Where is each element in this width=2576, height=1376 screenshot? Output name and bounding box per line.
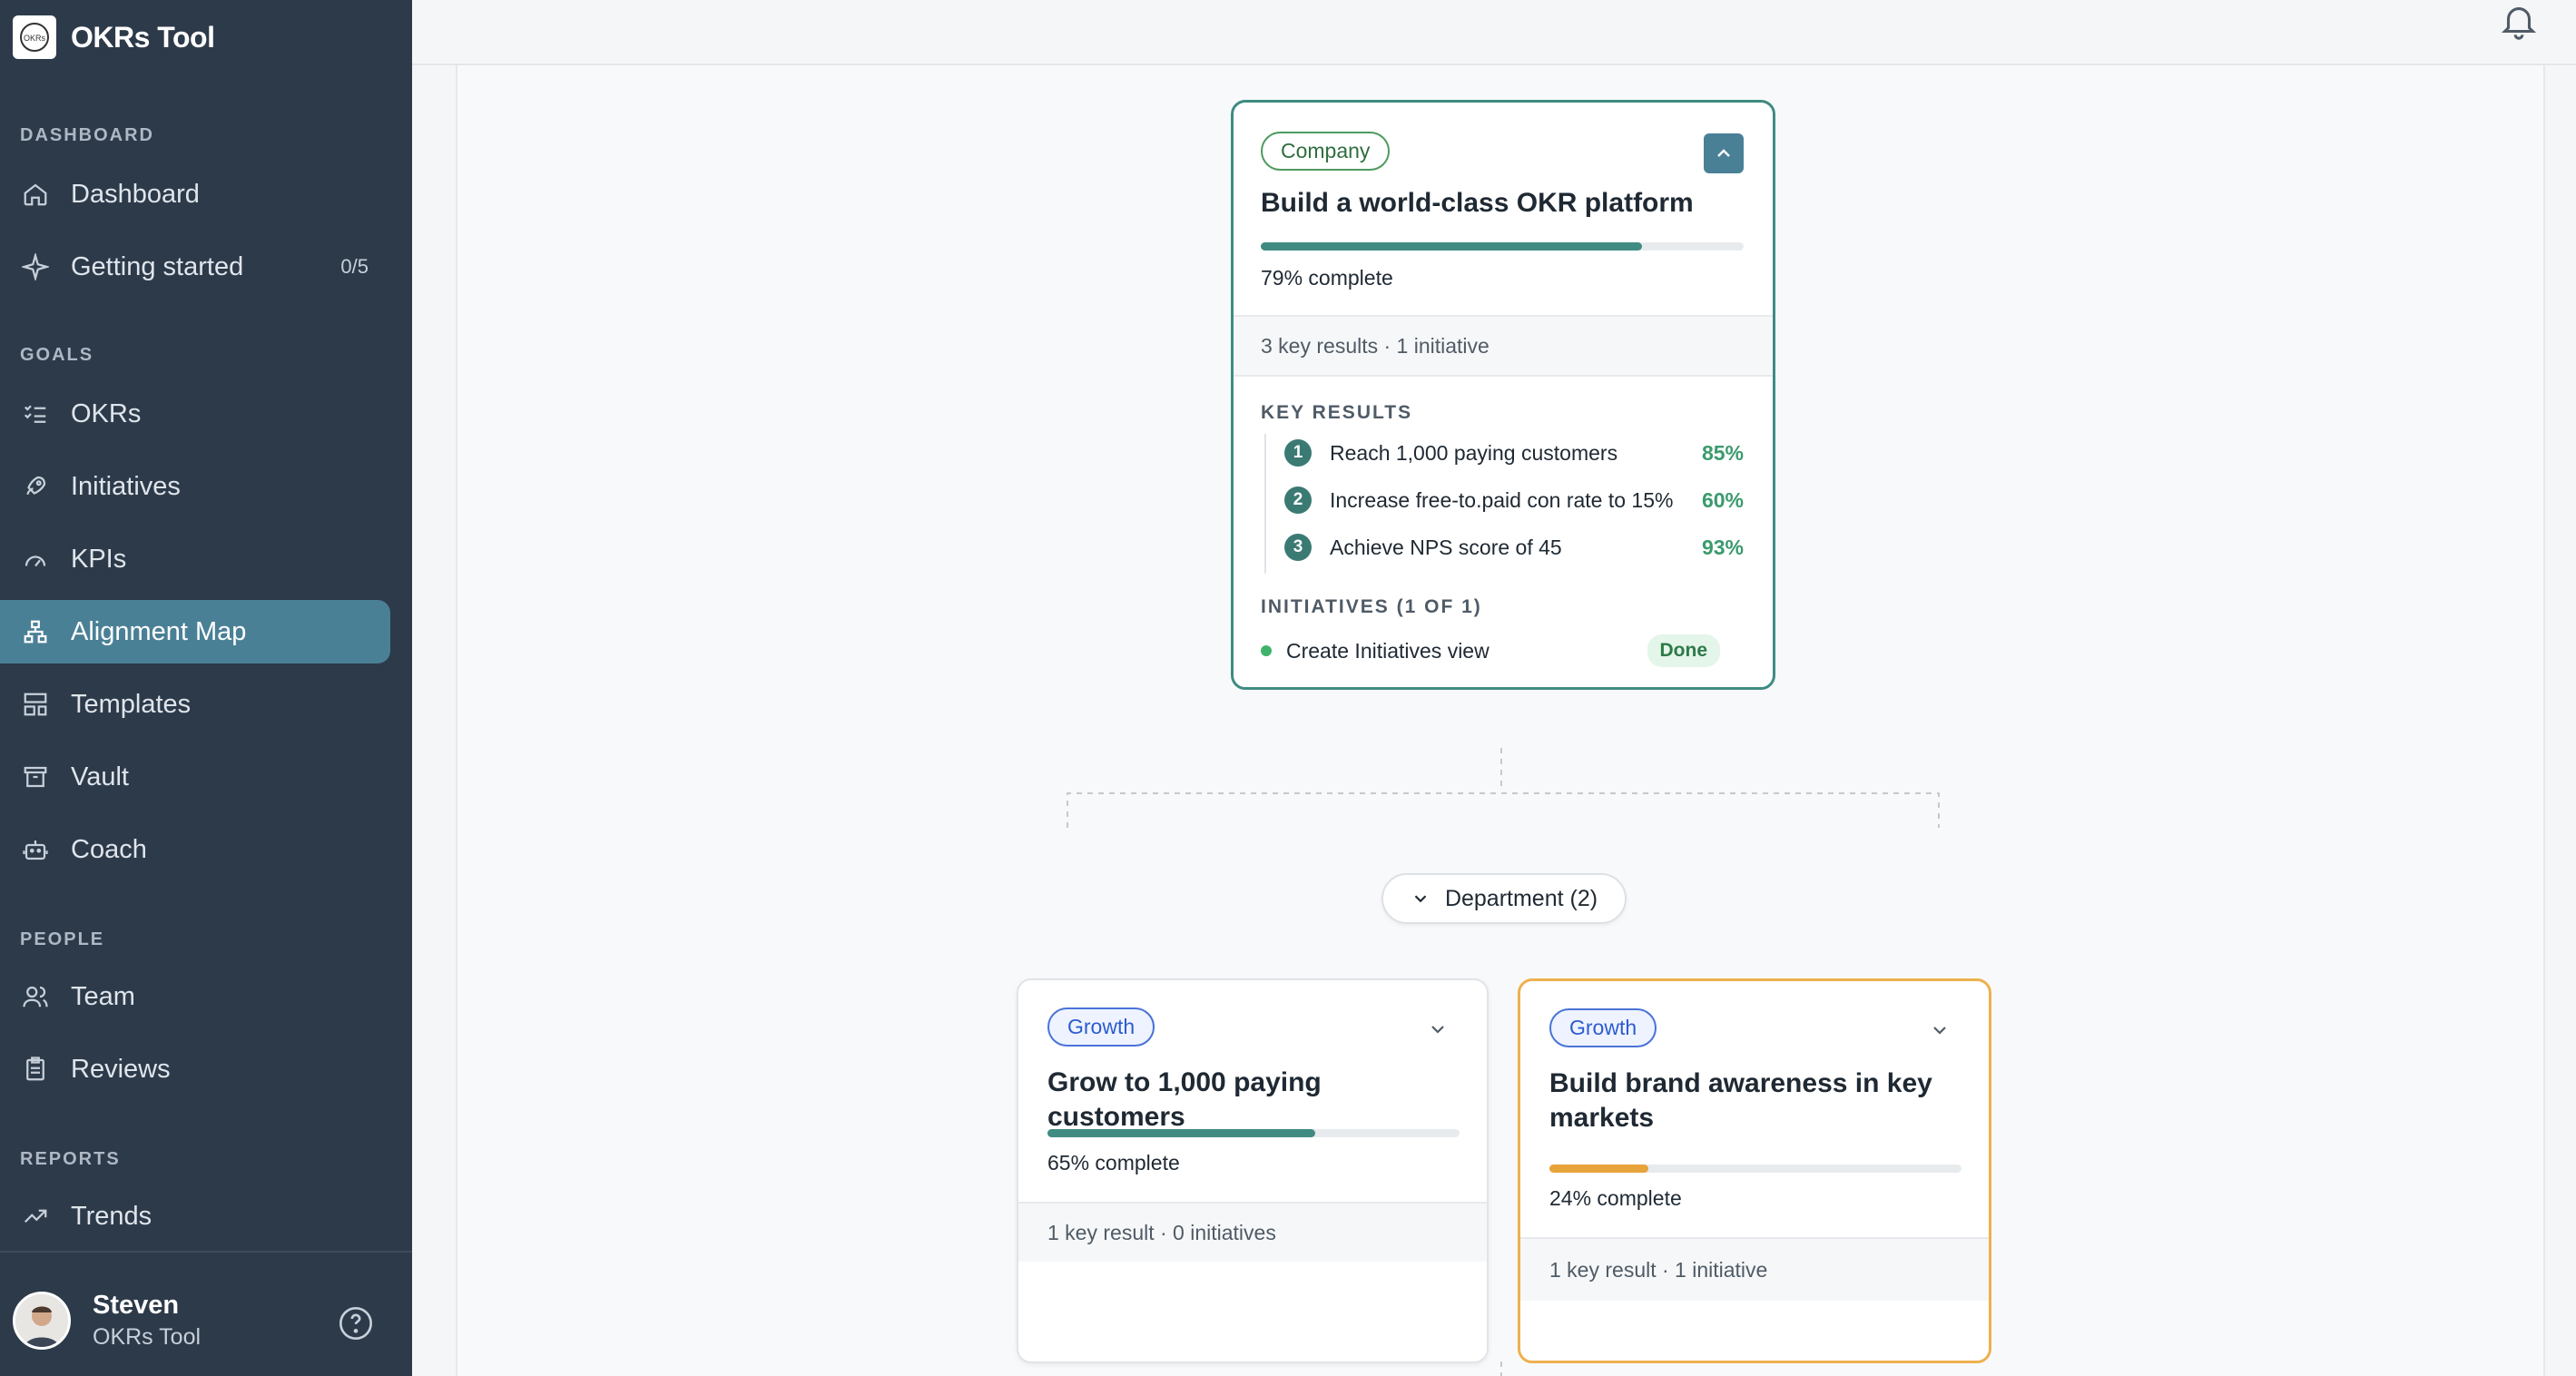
bell-icon[interactable] <box>2498 0 2540 42</box>
layout-icon <box>20 689 51 720</box>
sidebar-item-initiatives[interactable]: Initiatives <box>0 455 390 518</box>
sidebar-item-templates[interactable]: Templates <box>0 673 390 736</box>
sidebar-item-dashboard[interactable]: Dashboard <box>0 162 390 226</box>
section-goals: GOALS <box>20 345 94 365</box>
gauge-icon <box>20 544 51 575</box>
sidebar: OKRs OKRs Tool DASHBOARD Dashboard Getti… <box>0 0 412 1376</box>
company-tag: Company <box>1261 132 1391 171</box>
section-people: PEOPLE <box>20 929 105 949</box>
department-okr-card[interactable]: Growth Build brand awareness in key mark… <box>1518 978 1991 1363</box>
sidebar-item-team[interactable]: Team <box>0 965 390 1028</box>
initiatives-heading: INITIATIVES (1 OF 1) <box>1261 596 1482 617</box>
sidebar-item-kpis[interactable]: KPIs <box>0 527 390 591</box>
sidebar-item-okrs[interactable]: OKRs <box>0 382 390 446</box>
card-title: Build brand awareness in key markets <box>1549 1068 1932 1133</box>
kr-label: Reach 1,000 paying customers <box>1330 440 1618 465</box>
progress-bar <box>1047 1129 1460 1137</box>
checklist-icon <box>20 398 51 429</box>
card-summary: 1 key result · 1 initiative <box>1520 1237 1989 1301</box>
section-dashboard: DASHBOARD <box>20 125 154 145</box>
kr-number: 2 <box>1284 487 1312 514</box>
user-org: OKRs Tool <box>93 1324 202 1350</box>
kr-percent: 60% <box>1701 487 1744 512</box>
users-icon <box>20 981 51 1012</box>
sparkle-icon <box>20 251 51 282</box>
department-toggle-label: Department (2) <box>1444 885 1598 911</box>
key-results-heading: KEY RESULTS <box>1261 402 1413 423</box>
expand-button[interactable] <box>1418 1009 1458 1049</box>
user-profile[interactable]: Steven OKRs Tool <box>13 1291 201 1351</box>
kr-label: Increase free-to.paid con rate to 15% <box>1330 487 1674 512</box>
alignment-canvas[interactable]: Company Build a world-class OKR platform… <box>456 65 2545 1376</box>
getting-started-count: 0/5 <box>340 255 369 278</box>
sidebar-item-reviews[interactable]: Reviews <box>0 1037 390 1101</box>
progress-fill <box>1047 1129 1316 1137</box>
progress-fill <box>1261 242 1643 251</box>
sidebar-item-alignment-map[interactable]: Alignment Map <box>0 600 390 663</box>
clipboard-icon <box>20 1054 51 1085</box>
card-title: Build a world-class OKR platform <box>1261 188 1694 218</box>
archive-icon <box>20 762 51 792</box>
trend-icon <box>20 1201 51 1232</box>
key-result-row[interactable]: 1 Reach 1,000 paying customers 85% <box>1284 435 1744 471</box>
sidebar-item-trends[interactable]: Trends <box>0 1184 390 1248</box>
expand-button[interactable] <box>1920 1010 1960 1050</box>
kr-percent: 85% <box>1701 440 1744 465</box>
card-summary: 1 key result · 0 initiatives <box>1018 1202 1487 1262</box>
initiative-label: Create Initiatives view <box>1286 638 1490 663</box>
topbar <box>412 0 2576 65</box>
department-toggle-button[interactable]: Department (2) <box>1381 873 1627 924</box>
chevron-down-icon <box>1411 889 1431 909</box>
sidebar-item-coach[interactable]: Coach <box>0 818 390 881</box>
app-name: OKRs Tool <box>71 20 215 54</box>
kr-number: 3 <box>1284 534 1312 561</box>
home-icon <box>20 179 51 210</box>
department-okr-card[interactable]: Growth Grow to 1,000 paying customers 65… <box>1017 978 1489 1363</box>
company-okr-card[interactable]: Company Build a world-class OKR platform… <box>1231 100 1775 690</box>
brand[interactable]: OKRs OKRs Tool <box>13 15 215 60</box>
collapse-button[interactable] <box>1704 133 1744 173</box>
app-logo: OKRs <box>13 15 56 59</box>
team-tag: Growth <box>1047 1007 1155 1047</box>
sidebar-item-getting-started[interactable]: Getting started 0/5 <box>0 235 390 299</box>
robot-icon <box>20 834 51 865</box>
progress-label: 24% complete <box>1549 1186 1682 1210</box>
kr-label: Achieve NPS score of 45 <box>1330 535 1562 559</box>
svg-text:OKRs: OKRs <box>24 34 46 43</box>
sidebar-item-vault[interactable]: Vault <box>0 745 390 809</box>
kr-rail <box>1264 434 1266 574</box>
key-result-row[interactable]: 3 Achieve NPS score of 45 93% <box>1284 529 1744 565</box>
card-title: Grow to 1,000 paying customers <box>1047 1067 1322 1132</box>
hierarchy-icon <box>20 616 51 647</box>
sidebar-divider <box>0 1251 412 1253</box>
progress-bar <box>1549 1165 1961 1173</box>
user-name: Steven <box>93 1291 180 1320</box>
avatar <box>13 1292 71 1350</box>
kr-number: 1 <box>1284 439 1312 467</box>
status-badge: Done <box>1647 634 1720 667</box>
status-dot <box>1261 645 1272 656</box>
team-tag: Growth <box>1549 1008 1657 1047</box>
rocket-icon <box>20 471 51 502</box>
help-icon[interactable] <box>338 1305 374 1342</box>
card-summary: 3 key results · 1 initiative <box>1234 315 1773 377</box>
key-result-row[interactable]: 2 Increase free-to.paid con rate to 15% … <box>1284 482 1744 518</box>
initiative-row[interactable]: Create Initiatives view Done <box>1261 633 1751 669</box>
progress-label: 65% complete <box>1047 1151 1180 1175</box>
progress-label: 79% complete <box>1261 266 1393 290</box>
section-reports: REPORTS <box>20 1149 121 1169</box>
progress-bar <box>1261 242 1744 251</box>
progress-fill <box>1549 1165 1648 1173</box>
kr-percent: 93% <box>1701 535 1744 559</box>
